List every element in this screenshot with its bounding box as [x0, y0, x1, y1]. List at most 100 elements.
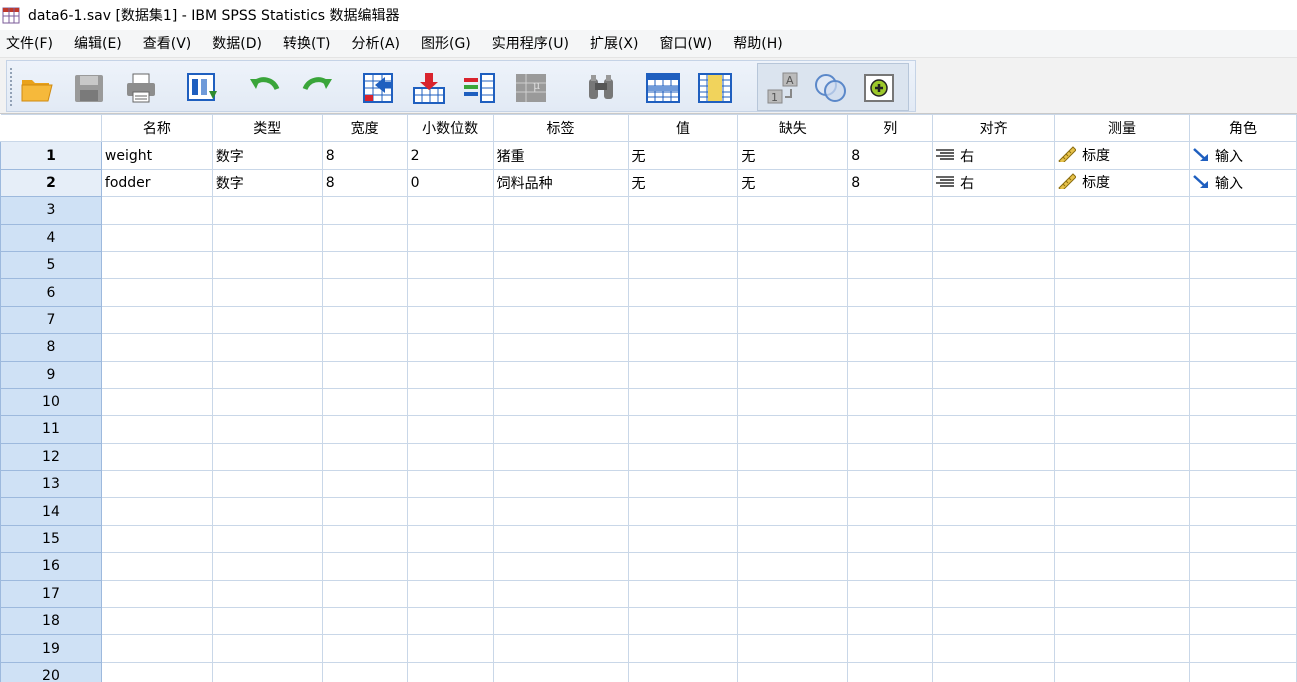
menu-edit[interactable]: 编辑(E)	[68, 30, 128, 58]
empty-cell[interactable]	[212, 388, 323, 417]
empty-cell[interactable]	[322, 361, 408, 389]
empty-cell[interactable]	[932, 525, 1056, 554]
column-header-type[interactable]: 类型	[212, 114, 323, 143]
empty-cell[interactable]	[1189, 415, 1297, 444]
empty-cell[interactable]	[1054, 443, 1190, 472]
empty-cell[interactable]	[101, 497, 213, 526]
empty-cell[interactable]	[322, 415, 408, 444]
empty-cell[interactable]	[1054, 525, 1190, 554]
empty-cell[interactable]	[322, 470, 408, 499]
empty-cell[interactable]	[847, 388, 934, 417]
cell-width[interactable]: 8	[322, 141, 408, 170]
empty-cell[interactable]	[847, 361, 934, 389]
grid-corner[interactable]	[0, 114, 102, 143]
empty-cell[interactable]	[407, 525, 494, 554]
empty-cell[interactable]	[932, 552, 1056, 581]
empty-cell[interactable]	[847, 662, 934, 682]
empty-cell[interactable]	[847, 415, 934, 444]
empty-cell[interactable]	[101, 196, 213, 225]
empty-cell[interactable]	[101, 607, 213, 636]
empty-cell[interactable]	[493, 607, 629, 636]
empty-cell[interactable]	[1054, 333, 1190, 362]
empty-cell[interactable]	[322, 552, 408, 581]
empty-cell[interactable]	[932, 333, 1056, 362]
empty-cell[interactable]	[1054, 470, 1190, 499]
empty-cell[interactable]	[493, 497, 629, 526]
empty-cell[interactable]	[1189, 580, 1297, 609]
variables-icon[interactable]	[459, 69, 499, 107]
empty-cell[interactable]	[407, 306, 494, 335]
empty-cell[interactable]	[493, 470, 629, 499]
empty-cell[interactable]	[101, 580, 213, 609]
empty-cell[interactable]	[493, 224, 629, 252]
empty-cell[interactable]	[1189, 497, 1297, 526]
empty-cell[interactable]	[847, 196, 934, 225]
empty-cell[interactable]	[322, 306, 408, 335]
menu-view[interactable]: 查看(V)	[137, 30, 198, 58]
column-header-role[interactable]: 角色	[1189, 114, 1297, 143]
empty-cell[interactable]	[322, 497, 408, 526]
empty-cell[interactable]	[407, 361, 494, 389]
empty-cell[interactable]	[493, 552, 629, 581]
save-icon[interactable]	[69, 69, 109, 107]
goto-variable-icon[interactable]	[409, 69, 449, 107]
select-cases-icon[interactable]	[859, 69, 899, 107]
empty-cell[interactable]	[932, 634, 1056, 663]
empty-cell[interactable]	[1054, 361, 1190, 389]
empty-cell[interactable]	[407, 470, 494, 499]
empty-cell[interactable]	[847, 497, 934, 526]
empty-cell[interactable]	[628, 196, 739, 225]
empty-cell[interactable]	[322, 251, 408, 280]
empty-cell[interactable]	[628, 306, 739, 335]
empty-cell[interactable]	[1054, 388, 1190, 417]
empty-cell[interactable]	[932, 388, 1056, 417]
insert-variable-icon[interactable]	[695, 69, 735, 107]
row-number[interactable]: 5	[0, 250, 102, 280]
empty-cell[interactable]	[737, 497, 849, 526]
empty-cell[interactable]	[212, 552, 323, 581]
empty-cell[interactable]	[407, 580, 494, 609]
cell-width[interactable]: 8	[322, 169, 408, 198]
empty-cell[interactable]	[212, 580, 323, 609]
empty-cell[interactable]	[628, 552, 739, 581]
empty-cell[interactable]	[628, 415, 739, 444]
empty-cell[interactable]	[212, 415, 323, 444]
cell-name[interactable]: weight	[101, 141, 213, 170]
row-number[interactable]: 4	[0, 223, 102, 252]
find-icon[interactable]	[581, 69, 621, 107]
cell-type[interactable]: 数字	[212, 141, 323, 170]
cell-type[interactable]: 数字	[212, 169, 323, 198]
empty-cell[interactable]	[1054, 306, 1190, 335]
empty-cell[interactable]	[932, 251, 1056, 280]
row-number[interactable]: 16	[0, 552, 102, 581]
empty-cell[interactable]	[932, 580, 1056, 609]
empty-cell[interactable]	[322, 333, 408, 362]
empty-cell[interactable]	[493, 333, 629, 362]
empty-cell[interactable]	[322, 278, 408, 307]
empty-cell[interactable]	[212, 224, 323, 252]
column-header-values[interactable]: 值	[628, 114, 739, 143]
empty-cell[interactable]	[101, 470, 213, 499]
empty-cell[interactable]	[847, 580, 934, 609]
row-number[interactable]: 8	[0, 333, 102, 362]
empty-cell[interactable]	[1189, 634, 1297, 663]
empty-cell[interactable]	[407, 497, 494, 526]
empty-cell[interactable]	[101, 415, 213, 444]
empty-cell[interactable]	[1054, 415, 1190, 444]
empty-cell[interactable]	[628, 251, 739, 280]
empty-cell[interactable]	[628, 470, 739, 499]
empty-cell[interactable]	[101, 552, 213, 581]
column-header-width[interactable]: 宽度	[322, 114, 408, 143]
empty-cell[interactable]	[737, 278, 849, 307]
row-number[interactable]: 2	[0, 168, 102, 198]
cell-label[interactable]: 猪重	[493, 141, 629, 170]
empty-cell[interactable]	[737, 580, 849, 609]
row-number[interactable]: 3	[0, 196, 102, 225]
row-number[interactable]: 17	[0, 579, 102, 609]
empty-cell[interactable]	[493, 251, 629, 280]
empty-cell[interactable]	[932, 278, 1056, 307]
empty-cell[interactable]	[737, 607, 849, 636]
empty-cell[interactable]	[322, 443, 408, 472]
empty-cell[interactable]	[1189, 333, 1297, 362]
empty-cell[interactable]	[101, 634, 213, 663]
